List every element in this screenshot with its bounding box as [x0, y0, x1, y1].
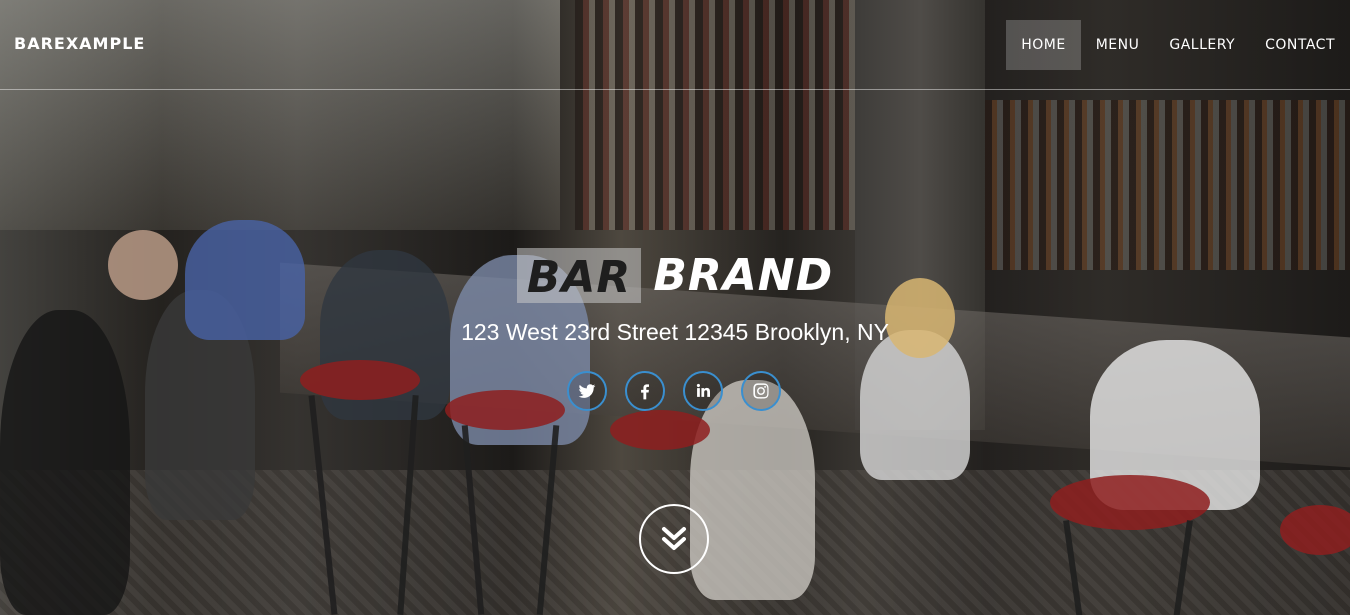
top-navbar: BAREXAMPLE HOME MENU GALLERY CONTACT [0, 0, 1350, 90]
twitter-icon [578, 384, 596, 398]
background-person [690, 380, 815, 600]
nav-item-gallery[interactable]: GALLERY [1154, 20, 1250, 70]
hero-title-part1: BAR [516, 248, 642, 303]
hero-section: BAREXAMPLE HOME MENU GALLERY CONTACT BAR… [0, 0, 1350, 615]
background-liquor-shelf-right [985, 100, 1350, 270]
site-logo[interactable]: BAREXAMPLE [14, 34, 145, 53]
background-stool [445, 390, 565, 430]
linkedin-icon [696, 383, 710, 397]
facebook-icon [641, 384, 649, 400]
social-links [567, 371, 781, 411]
scroll-down-button[interactable] [639, 504, 709, 574]
main-nav: HOME MENU GALLERY CONTACT [1006, 20, 1350, 70]
linkedin-link[interactable] [683, 371, 723, 411]
hero-title-part2: BRAND [653, 250, 834, 301]
twitter-link[interactable] [567, 371, 607, 411]
background-stool [610, 410, 710, 450]
background-stool [1280, 505, 1350, 555]
instagram-icon [753, 383, 769, 399]
hero-title: BAR BRAND [516, 248, 834, 303]
facebook-link[interactable] [625, 371, 665, 411]
hero-title-wrap: BAR BRAND [0, 248, 1350, 303]
nav-item-home[interactable]: HOME [1006, 20, 1081, 70]
instagram-link[interactable] [741, 371, 781, 411]
hero-address: 123 West 23rd Street 12345 Brooklyn, NY [461, 319, 889, 345]
background-person [0, 310, 130, 615]
nav-item-contact[interactable]: CONTACT [1250, 20, 1350, 70]
double-chevron-down-icon [662, 527, 686, 550]
background-stool [300, 360, 420, 400]
nav-item-menu[interactable]: MENU [1081, 20, 1155, 70]
